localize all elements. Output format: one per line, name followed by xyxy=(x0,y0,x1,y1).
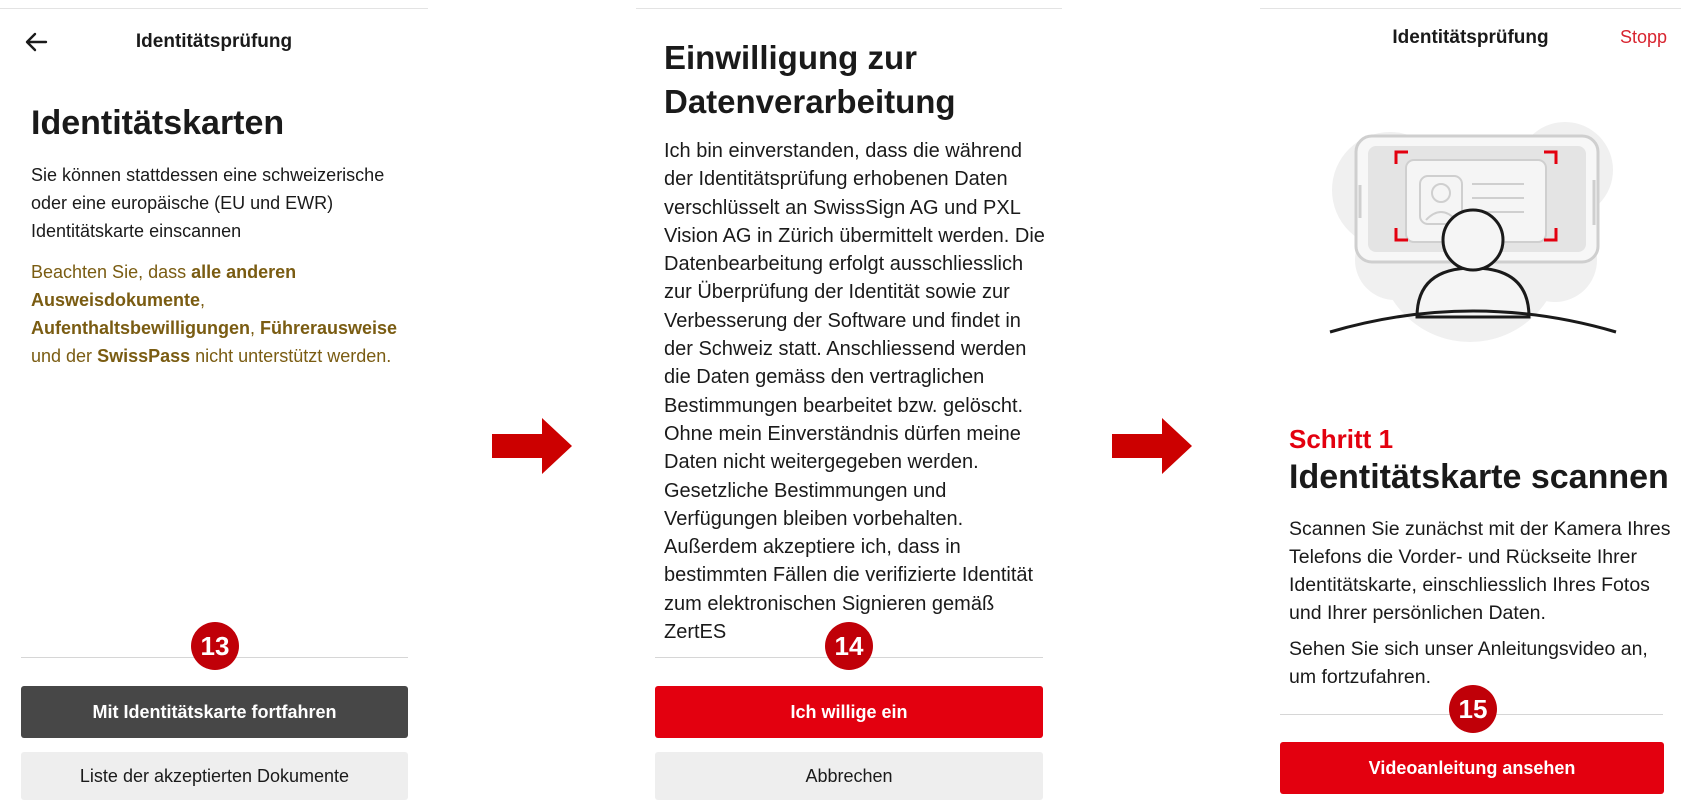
step-badge: 13 xyxy=(191,622,239,670)
page-title-line2: Datenverarbeitung xyxy=(664,83,956,120)
consent-text-scroll-area[interactable]: Ich bin einverstanden, dass die während … xyxy=(664,137,1049,657)
top-divider xyxy=(636,8,1062,9)
step-badge: 15 xyxy=(1449,685,1497,733)
stop-button[interactable]: Stopp xyxy=(1620,27,1667,48)
page-title: Identitätskarten xyxy=(31,104,285,142)
right-arrow-icon xyxy=(492,418,572,474)
consent-text: Ich bin einverstanden, dass die während … xyxy=(664,140,1045,644)
step-badge: 14 xyxy=(825,622,873,670)
page-title-line1: Einwilligung zur xyxy=(664,39,917,76)
header-title: Identitätsprüfung xyxy=(1392,27,1549,48)
screen-data-consent: Einwilligung zur Datenverarbeitung Ich b… xyxy=(636,0,1062,800)
description: Sie können stattdessen eine schweizerisc… xyxy=(31,165,385,241)
accepted-documents-list-button[interactable]: Liste der akzeptierten Dokumente xyxy=(21,752,408,800)
unsupported-documents-note: Beachten Sie, dass alle anderen Ausweisd… xyxy=(31,262,398,366)
screen-scan-id-card: Identitätsprüfung Stopp Schritt 1 Identi… xyxy=(1260,0,1681,800)
id-card-scan-illustration xyxy=(1329,122,1617,342)
cancel-button[interactable]: Abbrechen xyxy=(655,752,1043,800)
screen-identity-cards: Identitätsprüfung Identitätskarten Sie k… xyxy=(0,0,428,800)
page-title: Einwilligung zur Datenverarbeitung xyxy=(664,36,956,124)
watch-video-guide-button[interactable]: Videoanleitung ansehen xyxy=(1280,742,1664,794)
video-hint: Sehen Sie sich unser Anleitungsvideo an,… xyxy=(1289,638,1648,688)
description: Scannen Sie zunächst mit der Kamera Ihre… xyxy=(1289,518,1671,624)
top-divider xyxy=(1260,8,1681,9)
right-arrow-icon xyxy=(1112,418,1192,474)
continue-with-id-card-button[interactable]: Mit Identitätskarte fortfahren xyxy=(21,686,408,738)
step-label: Schritt 1 xyxy=(1289,424,1394,454)
consent-accept-button[interactable]: Ich willige ein xyxy=(655,686,1043,738)
header-title: Identitätsprüfung xyxy=(135,31,293,52)
page-title: Identitätskarte scannen xyxy=(1289,458,1669,496)
top-divider xyxy=(0,8,428,9)
